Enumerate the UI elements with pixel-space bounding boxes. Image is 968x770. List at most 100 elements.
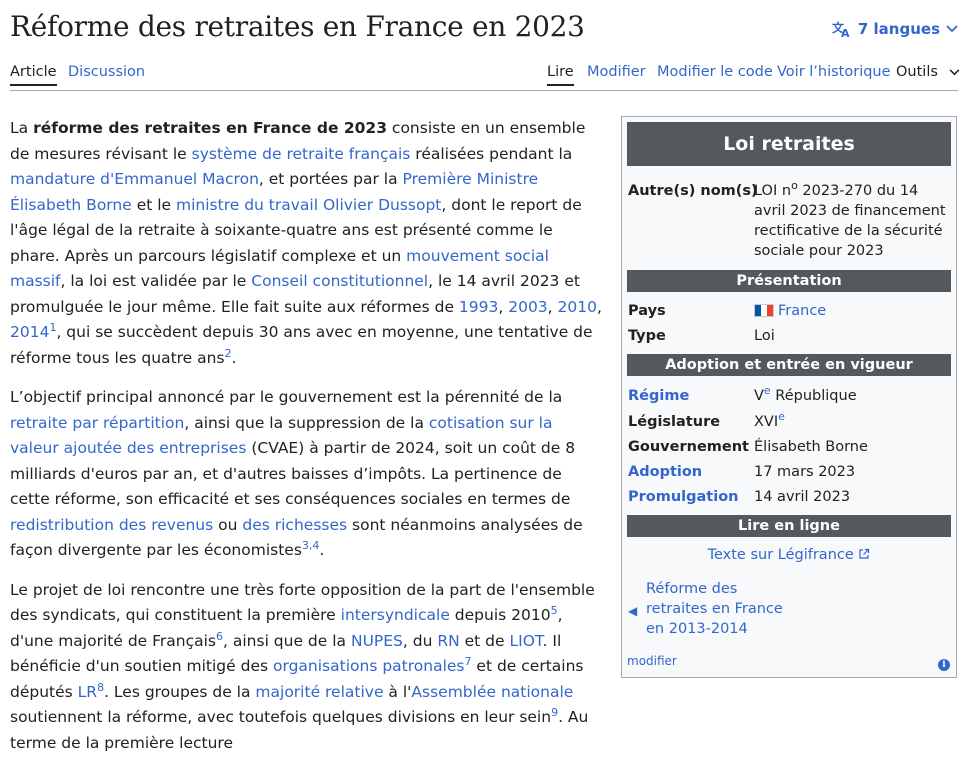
type-label: Type [628,328,666,344]
tab-discussion[interactable]: Discussion [68,64,145,80]
page-title: Réforme des retraites en France en 2023 [10,10,585,43]
tools-menu[interactable]: Outils [896,64,960,80]
article-link[interactable]: 2014 [10,323,49,341]
translate-icon: 文A [832,20,852,38]
reference-link[interactable]: 7 [465,655,472,668]
text-run: soutiennent la réforme, avec toutefois q… [10,708,552,726]
article-body: La réforme des retraites en France de 20… [10,116,604,770]
article-link[interactable]: NUPES [351,632,403,650]
country-value: France [754,301,950,321]
article-link[interactable]: 2010 [558,298,597,316]
text-run: , qui se succèdent depuis 30 ans avec en… [10,323,593,367]
regime-sup: e [763,384,771,398]
text-run: à l' [383,682,412,701]
paragraph-2: L’objectif principal annoncé par le gouv… [10,385,604,564]
text-run: et de [459,631,510,650]
text-run: . [231,348,237,367]
legislature-label: Législature [628,414,721,430]
chevron-down-icon [949,64,960,80]
tab-edit-source[interactable]: Modifier le code [657,64,773,80]
text-run: , du [402,631,438,650]
tab-edit[interactable]: Modifier [587,64,646,80]
article-link[interactable]: ministre du travail Olivier Dussopt [176,196,441,214]
adoption-value: 17 mars 2023 [754,464,856,480]
article-link[interactable]: majorité relative [255,683,383,701]
article-link[interactable]: 2003 [508,298,547,316]
paragraph-1: La réforme des retraites en France de 20… [10,116,604,371]
legislature-prefix: XVI [754,414,779,430]
article-link[interactable]: retraite par répartition [10,414,184,432]
text-run: depuis 2010 [449,606,551,624]
infobox-edit-link[interactable]: modifier [627,651,677,671]
infobox-title: Loi retraites [627,122,951,166]
regime-label[interactable]: Régime [628,386,689,406]
external-link-icon [858,546,870,566]
article-link[interactable]: des richesses [242,516,347,534]
article-link[interactable]: LIOT [510,632,543,650]
other-names-sup: o [791,179,798,193]
country-link[interactable]: France [778,303,826,319]
article-link[interactable]: Conseil constitutionnel [251,272,428,290]
language-selector[interactable]: 文A 7 langues [832,20,958,38]
promulgation-label[interactable]: Promulgation [628,487,739,507]
text-run: , la loi est validée par le [60,272,252,290]
section-presentation: Présentation [627,270,951,292]
government-label: Gouvernement [628,439,749,455]
text-run: La [10,119,34,137]
other-names-label: Autre(s) nom(s) [628,183,758,199]
reference-link[interactable]: 2 [225,346,232,359]
previous-reform-link[interactable]: Réforme des retraites en France en 2013-… [646,579,796,639]
reference-link[interactable]: 9 [551,706,558,719]
bold-term: réforme des retraites en France de 2023 [33,119,387,137]
article-link[interactable]: système de retraite français [192,145,411,163]
text-run: réalisées pendant la [410,144,573,163]
text-run: , ainsi que la suppression de la [184,413,429,432]
language-count[interactable]: 7 langues [858,20,940,38]
tab-history[interactable]: Voir l’historique [777,64,891,80]
legifrance-link[interactable]: Texte sur Légifrance [708,547,854,563]
infobox-row-other-names: Autre(s) nom(s) LOI no 2023-270 du 14 av… [628,179,950,263]
reference-link[interactable]: 6 [216,629,223,642]
legislature-sup: e [778,410,785,424]
text-run: . [319,541,325,559]
text-run: . Les groupes de la [104,682,256,701]
article-link[interactable]: mandature d'Emmanuel Macron [10,170,259,188]
text-run: ou [213,515,243,534]
article-link[interactable]: Assemblée nationale [411,683,573,701]
france-flag-icon [754,304,774,317]
article-link[interactable]: organisations patronales [273,657,465,675]
article-link[interactable]: redistribution des revenus [10,516,213,534]
regime-prefix: V [754,388,764,404]
text-run: , [596,297,602,316]
article-link[interactable]: 1993 [459,298,498,316]
tab-read[interactable]: Lire [547,64,574,86]
other-names-prefix: LOI n [754,183,792,199]
info-icon[interactable]: i [938,659,950,671]
text-run: , [498,297,509,316]
adoption-label[interactable]: Adoption [628,462,702,482]
type-value: Loi [754,328,775,344]
text-run: , [547,297,558,316]
legislature-value[interactable]: XVIe [754,410,950,432]
text-run: et le [131,195,177,214]
reference-link[interactable]: 3,4 [302,539,320,552]
paragraph-3: Le projet de loi rencontre une très fort… [10,578,604,757]
promulgation-value: 14 avril 2023 [754,489,851,505]
tab-article[interactable]: Article [10,64,57,86]
arrow-left-icon: ◀ [628,604,638,618]
infobox-row-legifrance: Texte sur Légifrance [628,545,950,566]
regime-text: République [770,388,857,404]
section-adoption: Adoption et entrée en vigueur [627,354,951,376]
article-link[interactable]: RN [437,632,459,650]
regime-value[interactable]: Ve République [754,384,950,406]
text-run: , ainsi que de la [223,631,351,650]
section-online: Lire en ligne [627,515,951,537]
reference-link[interactable]: 5 [551,604,558,617]
tools-label: Outils [896,64,938,80]
article-link[interactable]: intersyndicale [341,606,450,624]
other-names-value: LOI no 2023-270 du 14 avril 2023 de fina… [754,179,950,261]
government-value[interactable]: Élisabeth Borne [754,437,950,457]
chevron-down-icon [946,25,958,33]
svg-text:A: A [841,27,850,38]
article-link[interactable]: LR [78,683,97,701]
